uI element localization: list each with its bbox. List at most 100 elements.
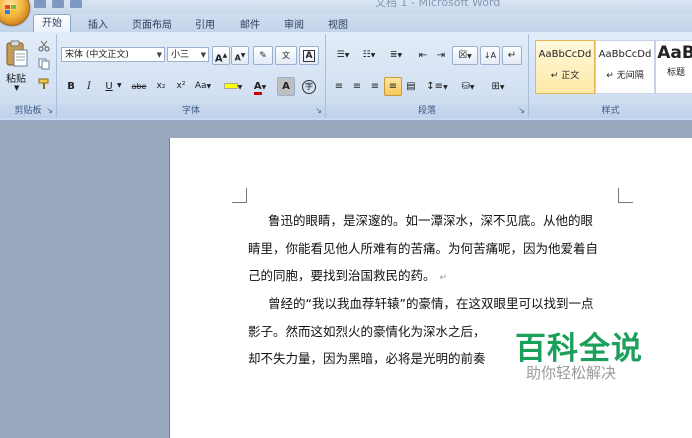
style-no-spacing[interactable]: AaBbCcDd ↵ 无间隔 [595, 40, 655, 94]
subscript-button[interactable]: x₂ [151, 77, 171, 96]
shading-button[interactable]: ⛁▼ [454, 77, 482, 96]
font-size-select[interactable]: 小三 ▼ [167, 47, 209, 62]
style-normal[interactable]: AaBbCcDd ↵ 正文 [535, 40, 595, 94]
bullets-button[interactable]: ☰▼ [330, 46, 356, 65]
tab-home[interactable]: 开始 [33, 14, 71, 33]
borders-button[interactable]: ⊞▼ [484, 77, 512, 96]
align-center-button[interactable]: ≡ [348, 77, 366, 96]
sort-button[interactable]: ↓A [480, 46, 500, 65]
style-sample: AaBbCcDd [598, 49, 652, 60]
char-shading-button[interactable]: A [277, 77, 295, 96]
change-case-label: Aa [194, 81, 207, 91]
decrease-indent-button[interactable]: ⇤ [414, 46, 432, 65]
clipboard-group-title: 剪贴板 [14, 106, 42, 116]
watermark-logo: 百科全说 助你轻松解决 [503, 323, 653, 393]
paragraph-group-title: 段落 [417, 106, 436, 116]
align-left-icon: ≡ [334, 81, 344, 92]
chevron-down-icon[interactable]: ▼ [117, 82, 122, 89]
paragraph-group-label: 段落 [326, 104, 528, 118]
align-right-button[interactable]: ≡ [366, 77, 384, 96]
style-name: ↵ 无间隔 [606, 71, 644, 81]
clear-format-button[interactable]: ✎ [253, 46, 273, 65]
clipboard-launcher-icon[interactable]: ↘ [46, 106, 53, 115]
document-line[interactable]: 曾经的“我以我血荐轩辕”的豪情，在这双眼里可以找到一点 [268, 293, 593, 312]
document-line[interactable]: 鲁迅的眼睛，是深邃的。如一潭深水，深不见底。从他的眼 [268, 210, 593, 229]
undo-icon[interactable] [52, 0, 64, 8]
chinese-layout-button[interactable]: ☒▼ [452, 46, 478, 65]
document-line[interactable]: 却不失力量，因为黑暗，必将是光明的前奏 [248, 348, 486, 367]
document-line[interactable]: 己的同胞，要找到治国救民的药。 ↵ [248, 265, 447, 284]
distributed-button[interactable]: ▤ [402, 77, 420, 96]
tab-view[interactable]: 视图 [328, 16, 348, 31]
chinese-layout-icon: ☒ [458, 50, 468, 61]
tab-mailings[interactable]: 邮件 [240, 16, 260, 31]
justify-icon: ≡ [388, 81, 398, 92]
paragraph-mark: ↵ [439, 273, 448, 283]
grow-font-label: A [214, 53, 223, 65]
align-center-icon: ≡ [352, 81, 362, 92]
style-name: 标题 [666, 68, 685, 78]
font-name-value: 宋体 (中文正文) [65, 50, 129, 60]
distributed-icon: ▤ [406, 81, 416, 92]
redo-icon[interactable] [70, 0, 82, 8]
paragraph-launcher-icon[interactable]: ↘ [518, 106, 525, 115]
margin-corner-mark [618, 188, 633, 203]
font-launcher-icon[interactable]: ↘ [315, 106, 322, 115]
paste-icon [6, 40, 28, 67]
highlight-button[interactable]: ▼ [219, 77, 247, 96]
show-marks-button[interactable]: ↵ [502, 46, 522, 65]
paragraph-group: ☰▼ ☷▼ ≣▼ ⇤ ⇥ ☒▼ ↓A ↵ ≡ ≡ ≡ ≡ ▤ ↕≡▼ ⛁▼ ⊞▼… [326, 34, 529, 118]
tab-review[interactable]: 审阅 [284, 16, 304, 31]
tab-references[interactable]: 引用 [195, 16, 215, 31]
bold-button[interactable]: B [63, 77, 79, 96]
phonetic-guide-button[interactable]: 文 [275, 46, 297, 65]
font-color-button[interactable]: A▼ [247, 77, 273, 96]
office-logo-icon [5, 5, 16, 14]
enclose-char-button[interactable]: 字 [299, 77, 319, 96]
watermark-subtitle: 助你轻松解决 [526, 364, 617, 382]
grow-font-button[interactable]: A▲ [212, 46, 230, 65]
font-group-title: 字体 [181, 106, 200, 116]
copy-icon[interactable] [38, 58, 50, 70]
quick-access-toolbar [34, 0, 82, 8]
document-line-text: 己的同胞，要找到治国救民的药。 [248, 268, 436, 283]
borders-icon: ⊞ [491, 81, 500, 92]
style-heading[interactable]: AaB 标题 [655, 40, 692, 94]
bullets-icon: ☰ [336, 50, 345, 60]
document-line[interactable]: 睛里，你能看见他人所难有的苦痛。为何苦痛呢，因为他爱着自 [248, 238, 598, 257]
cut-icon[interactable] [38, 40, 50, 52]
document-line[interactable]: 影子。然而这如烈火的豪情化为深水之后， [248, 321, 486, 340]
save-icon[interactable] [34, 0, 46, 8]
numbering-button[interactable]: ☷▼ [356, 46, 382, 65]
font-color-icon: A [253, 81, 262, 95]
align-right-icon: ≡ [370, 81, 380, 92]
format-painter-icon[interactable] [38, 78, 50, 90]
document-page[interactable]: 鲁迅的眼睛，是深邃的。如一潭深水，深不见底。从他的眼 睛里，你能看见他人所难有的… [170, 138, 692, 438]
styles-group-label: 样式 [529, 104, 692, 118]
style-name: ↵ 正文 [550, 71, 580, 81]
ribbon: 粘贴 ▼ 剪贴板 ↘ 宋体 (中文正文) ▼ 小三 ▼ A▲ A▼ ✎ 文 A … [0, 32, 692, 121]
italic-button[interactable]: I [81, 77, 97, 96]
font-name-select[interactable]: 宋体 (中文正文) ▼ [61, 47, 165, 62]
strikethrough-button[interactable]: abe [127, 77, 151, 96]
align-left-button[interactable]: ≡ [330, 77, 348, 96]
underline-button[interactable]: U [101, 77, 117, 96]
line-spacing-button[interactable]: ↕≡▼ [424, 77, 450, 96]
chevron-down-icon: ▼ [156, 51, 162, 59]
increase-indent-button[interactable]: ⇥ [432, 46, 450, 65]
enclose-char-icon: 字 [302, 80, 316, 94]
tab-insert[interactable]: 插入 [88, 16, 108, 31]
font-size-value: 小三 [171, 50, 190, 60]
style-sample: AaBbCcDd [538, 49, 592, 60]
multilevel-list-button[interactable]: ≣▼ [382, 46, 410, 65]
superscript-button[interactable]: x² [171, 77, 191, 96]
title-bar: 文档 1 - Microsoft Word [0, 0, 692, 13]
style-sample: AaB [657, 43, 692, 63]
justify-button[interactable]: ≡ [384, 77, 402, 96]
shrink-font-button[interactable]: A▼ [231, 46, 249, 65]
decrease-indent-icon: ⇤ [418, 50, 428, 61]
font-group: 宋体 (中文正文) ▼ 小三 ▼ A▲ A▼ ✎ 文 A B I U ▼ abe… [57, 34, 326, 118]
tab-page-layout[interactable]: 页面布局 [132, 16, 172, 31]
change-case-button[interactable]: Aa▼ [191, 77, 215, 96]
char-border-button[interactable]: A [299, 46, 319, 65]
